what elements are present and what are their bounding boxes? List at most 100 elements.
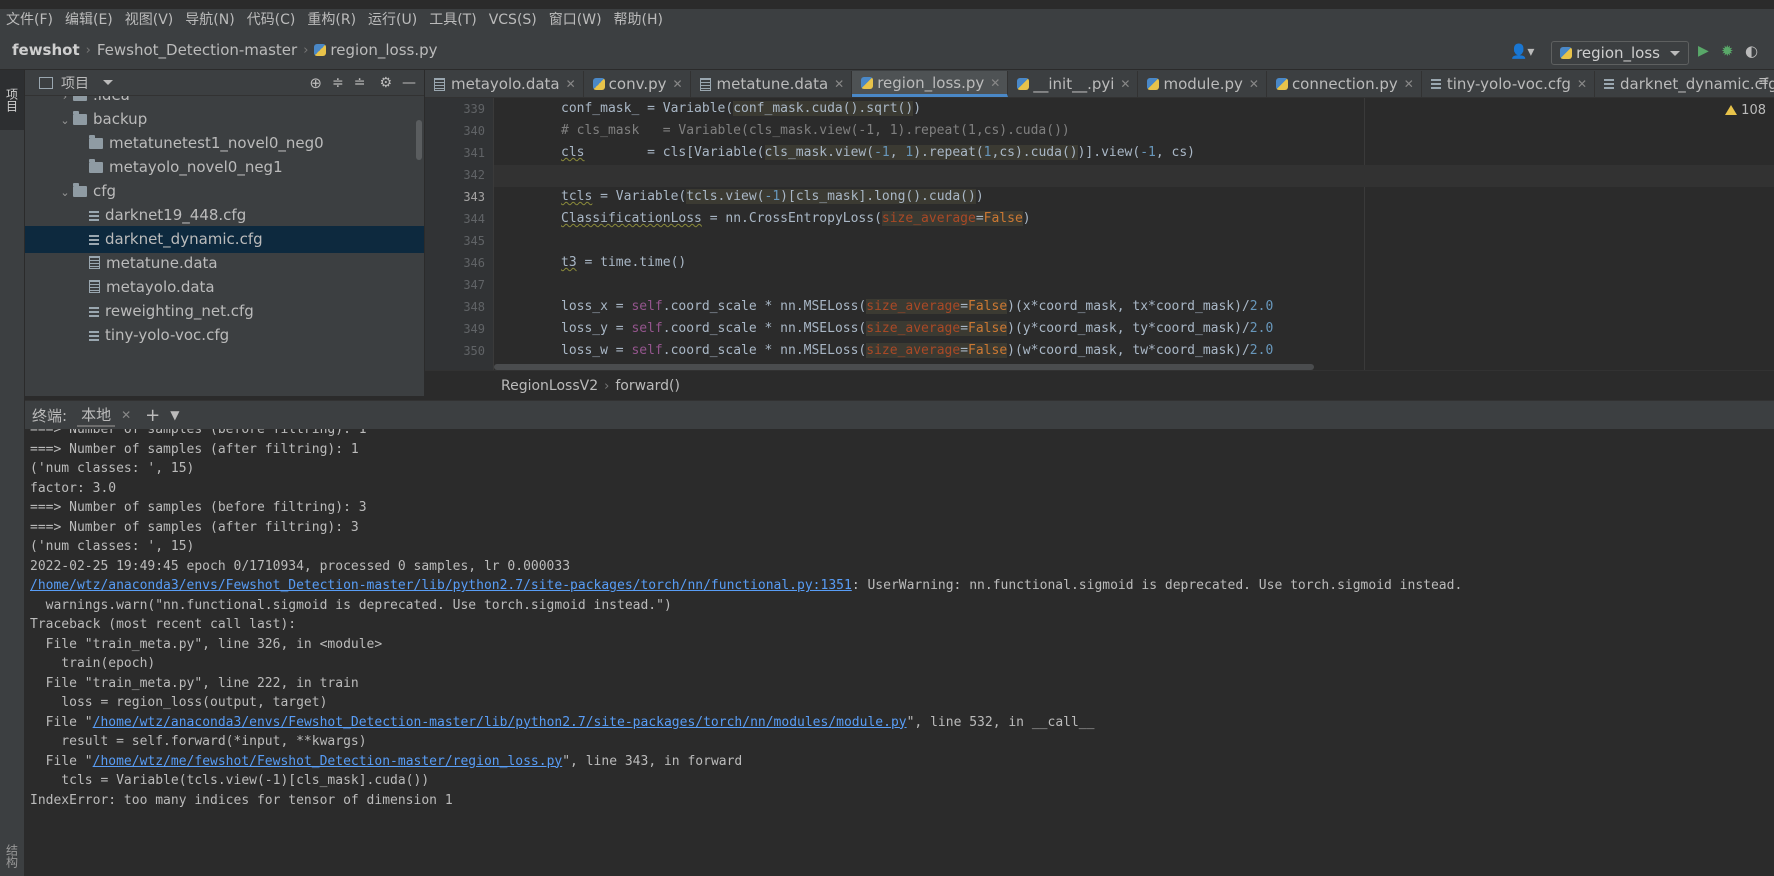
menu-item[interactable]: 重构(R) (301, 9, 362, 31)
menu-item[interactable]: 导航(N) (179, 9, 240, 31)
tree-item[interactable]: ›metayolo_novel0_neg1 (25, 154, 424, 181)
close-icon[interactable]: ✕ (566, 77, 576, 91)
menu-item[interactable]: 代码(C) (241, 9, 302, 31)
line-number: 344 (463, 212, 485, 226)
editor-tab[interactable]: region_loss.py ✕ (852, 71, 1009, 97)
menu-item[interactable]: 帮助(H) (608, 9, 669, 31)
config-file-icon (1430, 79, 1441, 89)
terminal-text: ('num classes: ', 15) (30, 539, 195, 554)
menu-item[interactable]: 文件(F) (0, 9, 59, 31)
code-line: tcls = Variable(tcls.view(-1)[cls_mask].… (561, 189, 984, 204)
chevron-down-icon[interactable]: ▼ (170, 408, 179, 422)
tree-item[interactable]: metatune.data (25, 250, 424, 277)
close-icon[interactable]: ✕ (1577, 77, 1587, 91)
tree-item[interactable]: metayolo.data (25, 274, 424, 301)
editor-tab[interactable]: connection.py ✕ (1267, 71, 1422, 97)
close-icon[interactable]: ✕ (672, 77, 682, 91)
nav-file[interactable]: region_loss.py (330, 41, 437, 59)
editor-tab[interactable]: darknet_dynamic.cfg (1595, 71, 1774, 97)
tree-item[interactable]: ›metatunetest1_novel0_neg0 (25, 130, 424, 157)
line-number: 340 (463, 124, 485, 138)
menu-item[interactable]: 运行(U) (362, 9, 423, 31)
tree-item[interactable]: tiny-yolo-voc.cfg (25, 322, 424, 349)
editor-tab-label: region_loss.py (877, 73, 985, 92)
line-number: 350 (463, 344, 485, 358)
close-icon[interactable]: ✕ (1249, 77, 1259, 91)
close-icon[interactable]: ✕ (990, 76, 1000, 90)
current-line-highlight (494, 165, 1774, 187)
terminal-tab-local[interactable]: 本地 (77, 404, 116, 427)
gear-icon[interactable]: ⚙ (379, 75, 392, 91)
debug-icon[interactable]: ✹ (1721, 42, 1734, 60)
breadcrumb-method[interactable]: forward() (615, 378, 680, 394)
folder-icon (89, 135, 103, 149)
terminal-file-link[interactable]: /home/wtz/anaconda3/envs/Fewshot_Detecti… (93, 715, 907, 730)
python-file-icon (1560, 47, 1573, 59)
user-icon[interactable]: 👤▾ (1510, 44, 1534, 60)
terminal-text: File " (30, 753, 93, 769)
project-panel-title[interactable]: 项目 (61, 73, 89, 93)
editor-tab-label: module.py (1163, 75, 1243, 93)
config-file-icon (89, 211, 99, 221)
inspection-warnings[interactable]: 108 (1725, 103, 1766, 118)
menu-item[interactable]: VCS(S) (483, 9, 543, 31)
more-tabs-icon[interactable]: ≡ (1758, 74, 1769, 89)
config-file-icon (89, 331, 99, 341)
terminal-text: File " (30, 714, 93, 730)
editor-tab[interactable]: metayolo.data ✕ (425, 71, 584, 97)
terminal-text: ===> Number of samples (after filtring):… (30, 441, 359, 457)
menu-item[interactable]: 视图(V) (119, 9, 180, 31)
expand-all-icon[interactable]: ≑ (332, 75, 344, 91)
editor-tab-label: metayolo.data (451, 75, 560, 93)
tree-item[interactable]: darknet19_448.cfg (25, 202, 424, 229)
line-number: 341 (463, 146, 485, 160)
locate-icon[interactable]: ⊕ (309, 74, 322, 92)
menu-item[interactable]: 窗口(W) (543, 9, 608, 31)
tree-item[interactable]: ⌄ cfg (25, 178, 424, 205)
tree-item-label: backup (93, 110, 148, 128)
breadcrumb-class[interactable]: RegionLossV2 (501, 378, 598, 394)
menu-item[interactable]: 编辑(E) (59, 9, 119, 31)
code-editor[interactable]: conf_mask_ = Variable(conf_mask.cuda().s… (494, 98, 1774, 370)
nav-project[interactable]: fewshot (12, 41, 80, 59)
editor-tab[interactable]: tiny-yolo-voc.cfg ✕ (1422, 71, 1596, 97)
run-configuration-select[interactable]: region_loss (1551, 41, 1689, 65)
terminal-text: IndexError: too many indices for tensor … (30, 792, 453, 808)
new-terminal-icon[interactable]: + (145, 405, 160, 426)
coverage-icon[interactable]: ◐ (1745, 42, 1758, 60)
terminal-file-link[interactable]: /home/wtz/me/fewshot/Fewshot_Detection-m… (93, 754, 563, 769)
tree-item-label: darknet19_448.cfg (105, 206, 247, 224)
nav-folder[interactable]: Fewshot_Detection-master (97, 41, 297, 59)
editor-tab[interactable]: metatune.data ✕ (691, 71, 853, 97)
terminal-text: factor: 3.0 (30, 480, 117, 496)
terminal-text: tcls = Variable(tcls.view(-1)[cls_mask].… (30, 773, 430, 788)
terminal-output[interactable]: ===> Number of samples (before filtring)… (25, 429, 1774, 876)
data-file-icon (434, 77, 445, 91)
editor-tab-label: __init__.pyi (1033, 75, 1115, 93)
minimize-icon[interactable]: — (402, 75, 416, 91)
code-breadcrumb: RegionLossV2 › forward() (425, 370, 1774, 401)
python-file-icon (1275, 78, 1288, 90)
project-tree: ›.idea⌄backup›metatunetest1_novel0_neg0›… (25, 96, 424, 396)
collapse-all-icon[interactable]: ≐ (354, 75, 366, 91)
chevron-down-icon[interactable] (103, 80, 113, 85)
project-tree-scrollbar[interactable] (416, 120, 422, 160)
run-configuration-label: region_loss (1576, 44, 1660, 62)
editor-tab[interactable]: conv.py ✕ (584, 71, 691, 97)
close-icon[interactable]: ✕ (834, 77, 844, 91)
tree-item[interactable]: ⌄ backup (25, 106, 424, 133)
menu-item[interactable]: 工具(T) (423, 9, 482, 31)
editor-tab[interactable]: module.py ✕ (1138, 71, 1267, 97)
tree-item[interactable]: darknet_dynamic.cfg (25, 226, 424, 253)
close-icon[interactable]: ✕ (1120, 77, 1130, 91)
terminal-file-link[interactable]: /home/wtz/anaconda3/envs/Fewshot_Detecti… (30, 578, 852, 593)
close-icon[interactable]: ✕ (121, 408, 131, 422)
project-tool-button[interactable]: 项目 (0, 70, 24, 130)
tree-item[interactable]: reweighting_net.cfg (25, 298, 424, 325)
terminal-text: ===> Number of samples (before filtring)… (30, 429, 367, 437)
run-icon[interactable]: ▶ (1698, 43, 1709, 59)
tree-item-label: metatune.data (106, 254, 218, 272)
editor-tab[interactable]: __init__.pyi ✕ (1008, 71, 1139, 97)
structure-tool-button[interactable]: 结构 (0, 836, 24, 876)
close-icon[interactable]: ✕ (1404, 77, 1414, 91)
